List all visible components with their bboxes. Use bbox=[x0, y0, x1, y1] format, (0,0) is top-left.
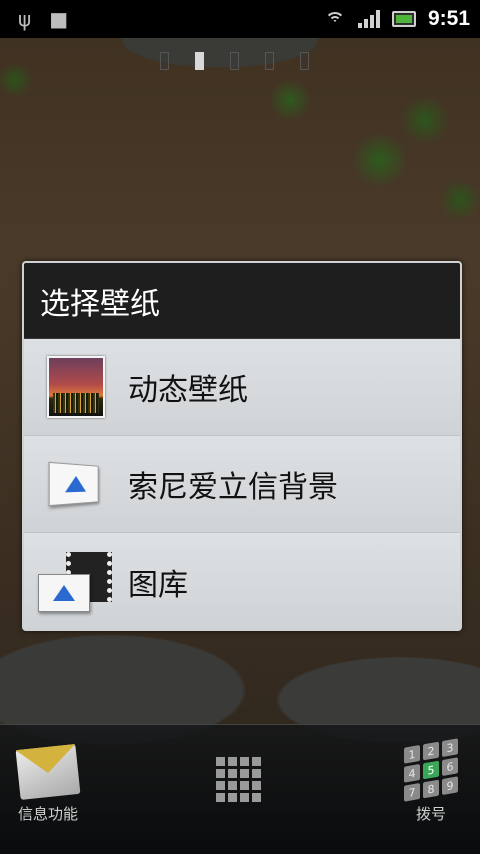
clock: 9:51 bbox=[427, 7, 470, 30]
option-label: 图库 bbox=[128, 567, 188, 603]
option-live-wallpaper[interactable]: 动态壁纸 bbox=[24, 339, 460, 436]
picture-icon bbox=[38, 452, 114, 516]
status-bar: ψ ■ 9:51 bbox=[0, 0, 480, 38]
usb-icon: ψ bbox=[18, 7, 32, 31]
option-label: 动态壁纸 bbox=[128, 373, 248, 408]
wifi-icon bbox=[324, 10, 346, 28]
dialer-shortcut[interactable]: 1 2 3 4 5 6 7 8 9 拨号 bbox=[398, 738, 464, 824]
page-dot[interactable] bbox=[160, 52, 169, 70]
option-gallery[interactable]: 图库 bbox=[24, 533, 460, 629]
signal-icon bbox=[357, 10, 380, 28]
option-sony-ericsson-backgrounds[interactable]: 索尼爱立信背景 bbox=[24, 436, 460, 533]
gallery-icon bbox=[38, 550, 114, 614]
dialog-title: 选择壁纸 bbox=[24, 263, 460, 339]
envelope-icon bbox=[15, 744, 81, 800]
page-dot[interactable] bbox=[265, 52, 274, 70]
page-dot-active[interactable] bbox=[195, 52, 204, 70]
page-dot[interactable] bbox=[230, 52, 239, 70]
dialpad-icon: 1 2 3 4 5 6 7 8 9 bbox=[398, 737, 464, 803]
app-drawer-icon bbox=[216, 757, 262, 802]
app-drawer-button[interactable] bbox=[216, 757, 262, 802]
battery-charging-icon bbox=[391, 11, 416, 27]
page-dot[interactable] bbox=[300, 52, 309, 70]
live-wallpaper-icon bbox=[38, 355, 114, 419]
dialer-label: 拨号 bbox=[415, 805, 446, 823]
android-debug-icon: ■ bbox=[49, 7, 69, 31]
dock: 信息功能 1 2 3 4 5 6 7 8 9 拨号 bbox=[0, 724, 480, 854]
page-indicator bbox=[160, 52, 309, 70]
messaging-label: 信息功能 bbox=[17, 805, 78, 823]
messaging-shortcut[interactable]: 信息功能 bbox=[12, 744, 84, 824]
wallpaper-chooser-dialog: 选择壁纸 动态壁纸 索尼爱立信背景 图库 bbox=[22, 261, 462, 631]
option-label: 索尼爱立信背景 bbox=[128, 470, 338, 505]
